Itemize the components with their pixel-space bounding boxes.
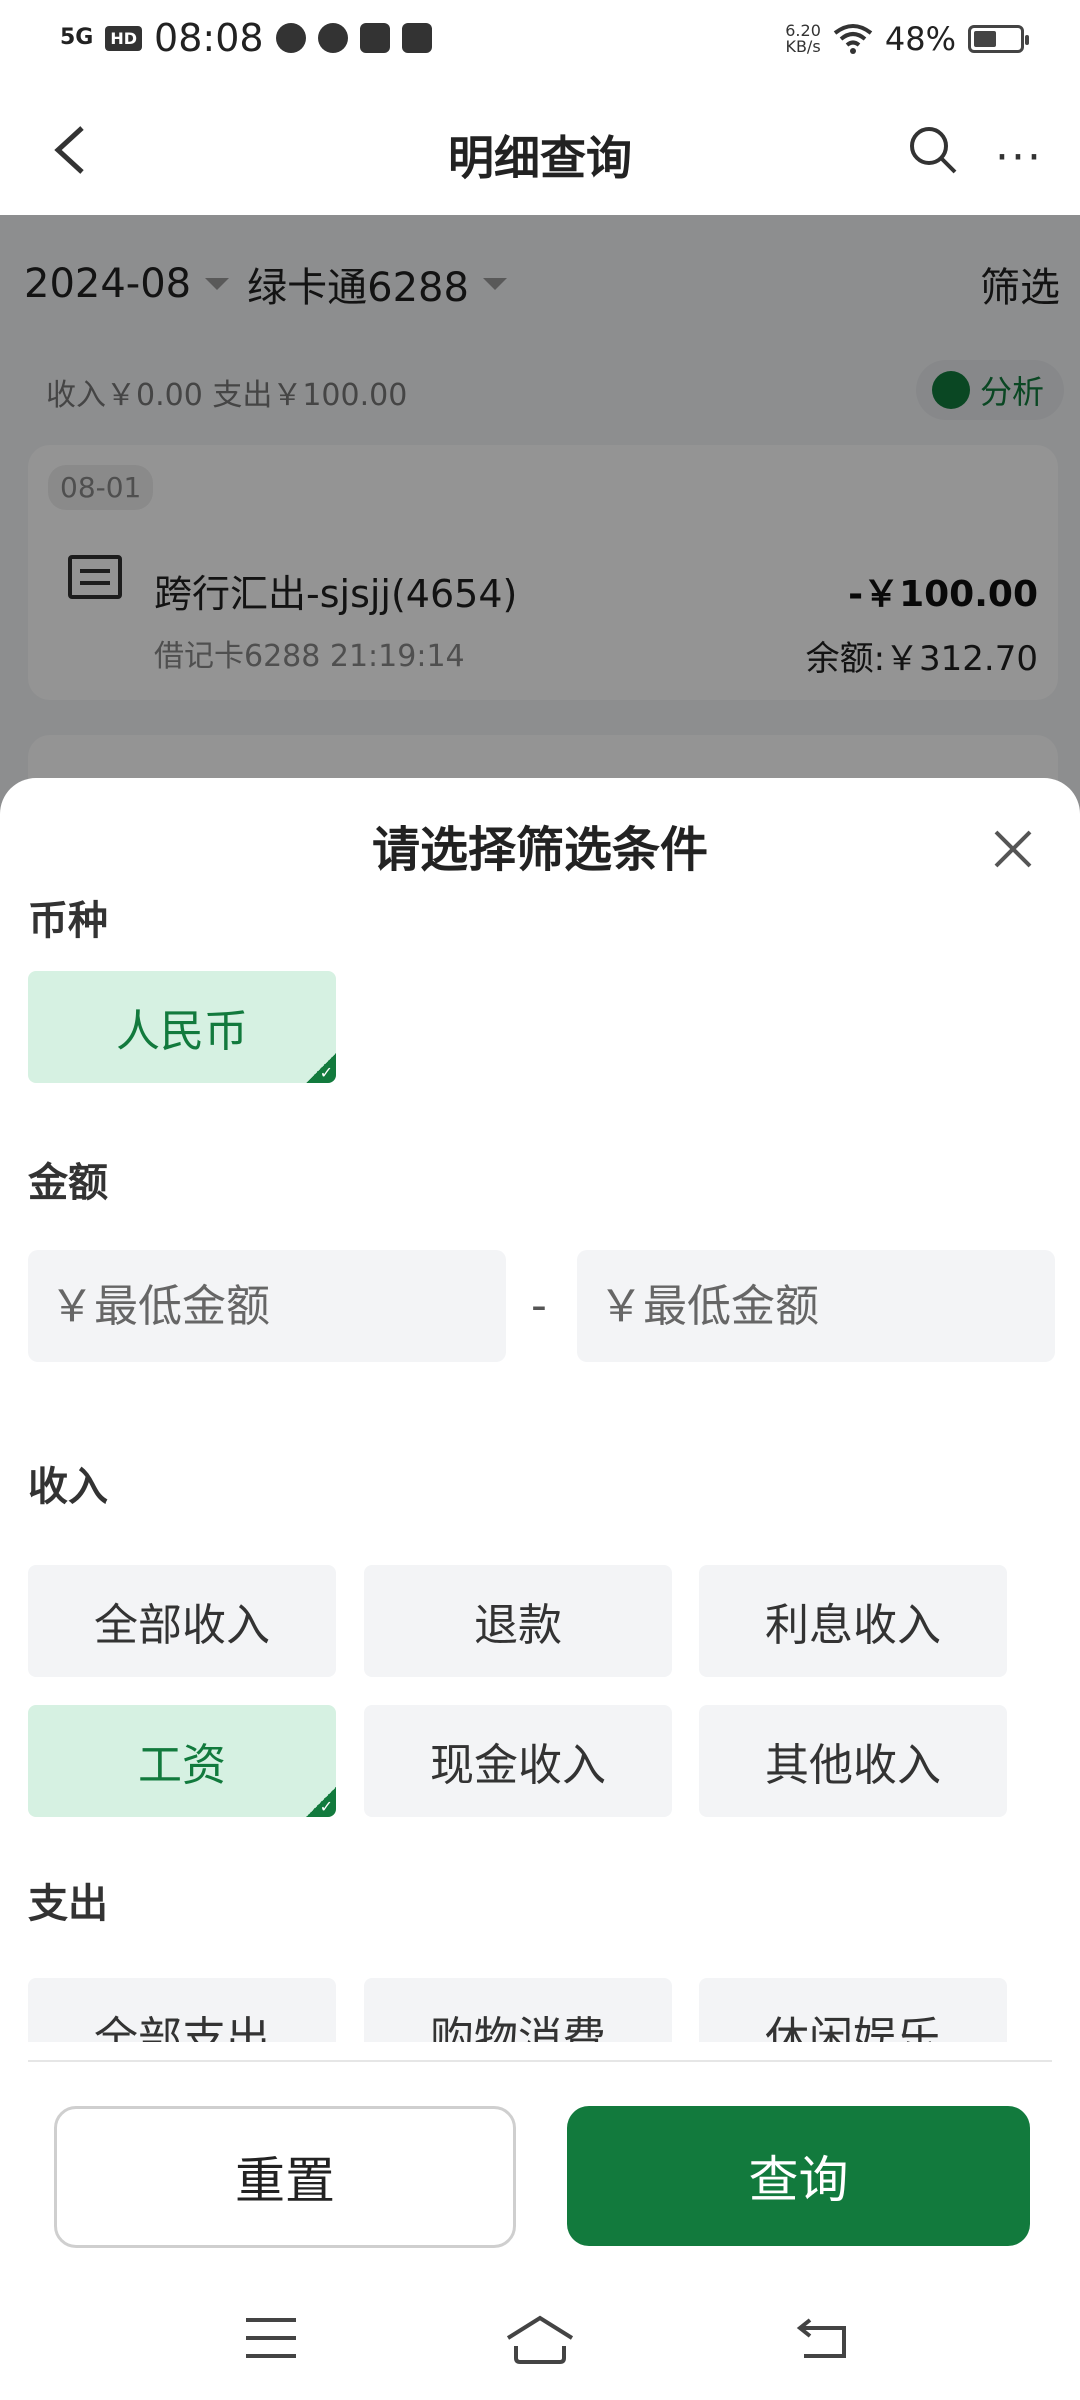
income-option-other[interactable]: 其他收入 (699, 1705, 1007, 1817)
income-option-refund[interactable]: 退款 (364, 1565, 672, 1677)
search-icon[interactable] (905, 122, 961, 178)
shop-app-icon (359, 23, 390, 53)
expense-label: 支出 (28, 1881, 108, 1927)
network-speed: 6.20 KB/s (785, 21, 821, 56)
clock: 08:08 (154, 16, 264, 60)
filter-sheet: 请选择筛选条件 币种 人民币 ✓ 金额 - 收入 全部收入 退款 利息收入 工资… (0, 778, 1080, 2400)
income-option-cash[interactable]: 现金收入 (364, 1705, 672, 1817)
menu-icon[interactable] (246, 2318, 296, 2358)
income-option-interest[interactable]: 利息收入 (699, 1565, 1007, 1677)
status-bar: 5G HD 08:08 6.20 KB/s 48% (0, 0, 1080, 80)
video-app-icon (317, 23, 348, 53)
currency-option-rmb[interactable]: 人民币 ✓ (28, 971, 336, 1083)
wifi-icon (833, 24, 873, 54)
network-indicator: 5G (60, 25, 94, 50)
income-option-all[interactable]: 全部收入 (28, 1565, 336, 1677)
more-icon[interactable]: ··· (995, 132, 1043, 183)
battery-percent: 48% (884, 20, 956, 58)
hd-badge: HD (105, 25, 143, 51)
app-header: 明细查询 ··· (0, 80, 1080, 215)
reset-button[interactable]: 重置 (54, 2106, 516, 2248)
expense-options-scroll[interactable]: 全部支出 购物消费 休闲娱乐 (0, 1978, 1080, 2042)
app-notification-icon (275, 23, 306, 53)
modal-overlay[interactable] (0, 215, 1080, 815)
min-amount-input[interactable] (28, 1250, 506, 1362)
amount-label: 金额 (28, 1160, 108, 1206)
expense-option-shopping[interactable]: 购物消费 (364, 1978, 672, 2042)
query-button[interactable]: 查询 (567, 2106, 1030, 2246)
expense-option-all[interactable]: 全部支出 (28, 1978, 336, 2042)
income-option-salary[interactable]: 工资 ✓ (28, 1705, 336, 1817)
sheet-title: 请选择筛选条件 (371, 822, 708, 878)
divider (28, 2060, 1052, 2062)
income-label: 收入 (28, 1464, 108, 1510)
home-icon[interactable] (504, 2312, 576, 2368)
system-nav-bar (0, 2290, 1080, 2400)
back-icon[interactable] (796, 2312, 852, 2362)
close-icon[interactable] (988, 824, 1038, 874)
currency-label: 币种 (28, 898, 108, 944)
battery-icon (968, 25, 1029, 53)
expense-option-leisure[interactable]: 休闲娱乐 (699, 1978, 1007, 2042)
youku-app-icon (401, 23, 432, 53)
max-amount-input[interactable] (577, 1250, 1055, 1362)
amount-range-dash: - (531, 1280, 547, 1331)
